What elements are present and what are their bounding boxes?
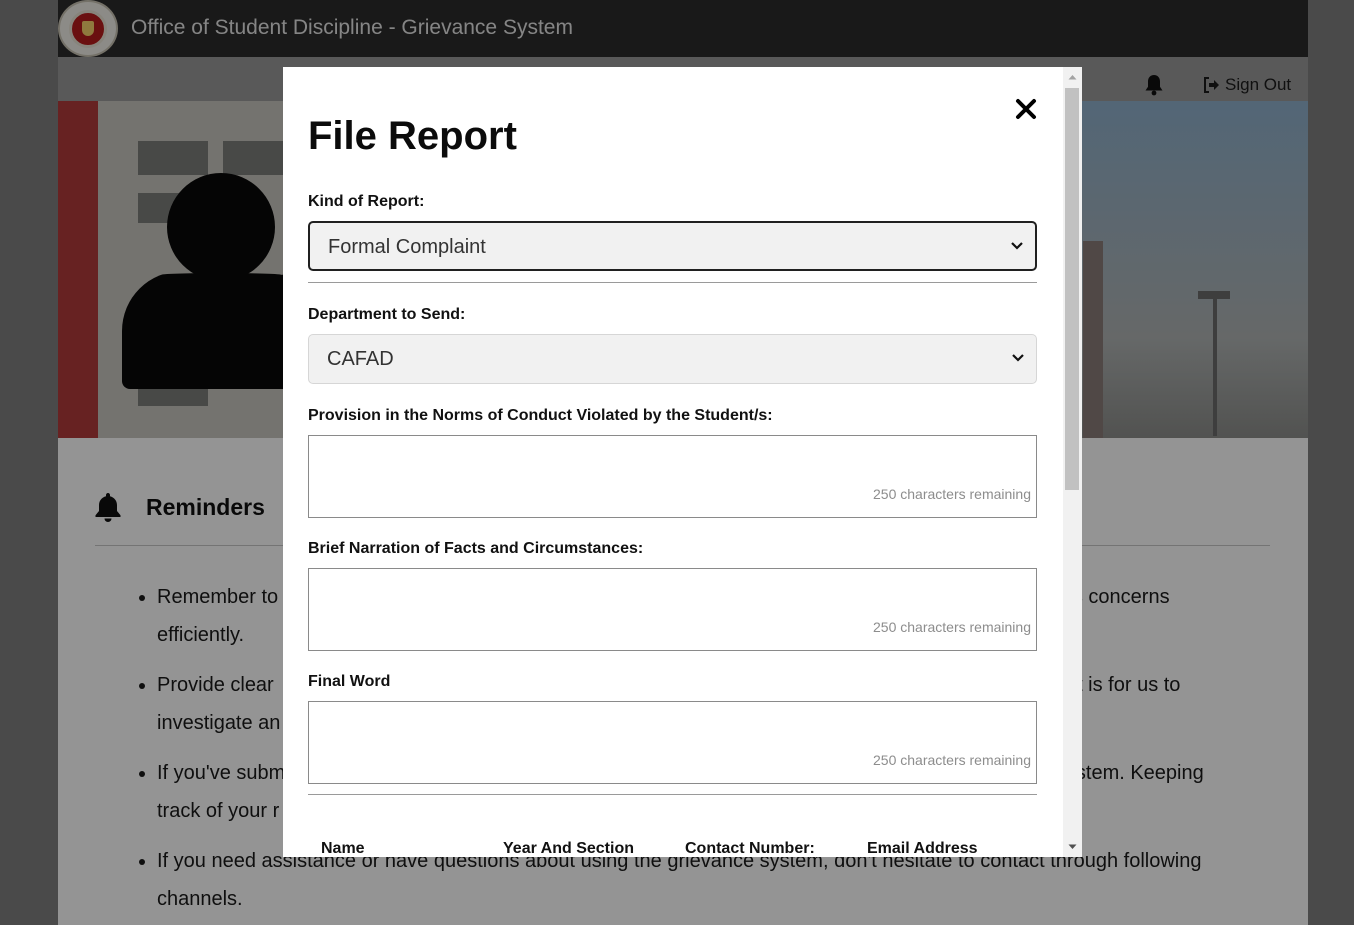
column-header-contact: Contact Number: [685, 840, 815, 857]
scroll-up-arrow-icon[interactable] [1063, 67, 1082, 87]
file-report-modal: File Report Kind of Report: Formal Compl… [283, 67, 1082, 857]
character-counter: 250 characters remaining [873, 752, 1031, 768]
chevron-down-icon [1012, 354, 1024, 362]
department-select[interactable]: CAFAD [308, 334, 1037, 384]
column-header-email: Email Address [867, 840, 978, 857]
scroll-down-arrow-icon[interactable] [1063, 837, 1082, 857]
kind-of-report-value: Formal Complaint [328, 236, 486, 258]
modal-title: File Report [308, 114, 517, 158]
narration-textarea[interactable]: 250 characters remaining [308, 568, 1037, 651]
final-word-label: Final Word [308, 673, 391, 690]
character-counter: 250 characters remaining [873, 486, 1031, 502]
chevron-down-icon [1011, 242, 1023, 250]
kind-of-report-label: Kind of Report: [308, 193, 425, 210]
narration-label: Brief Narration of Facts and Circumstanc… [308, 540, 644, 557]
column-header-name: Name [321, 840, 365, 857]
department-label: Department to Send: [308, 306, 466, 323]
column-header-year-section: Year And Section [503, 840, 634, 857]
modal-scrollbar[interactable] [1063, 67, 1082, 857]
scrollbar-thumb[interactable] [1065, 88, 1079, 490]
kind-of-report-select[interactable]: Formal Complaint [308, 221, 1037, 271]
final-word-textarea[interactable]: 250 characters remaining [308, 701, 1037, 784]
character-counter: 250 characters remaining [873, 619, 1031, 635]
modal-body: File Report Kind of Report: Formal Compl… [283, 67, 1063, 857]
divider [308, 794, 1037, 795]
provision-label: Provision in the Norms of Conduct Violat… [308, 407, 773, 424]
department-value: CAFAD [327, 348, 394, 370]
divider [308, 282, 1037, 283]
provision-textarea[interactable]: 250 characters remaining [308, 435, 1037, 518]
close-icon[interactable] [1015, 98, 1037, 120]
